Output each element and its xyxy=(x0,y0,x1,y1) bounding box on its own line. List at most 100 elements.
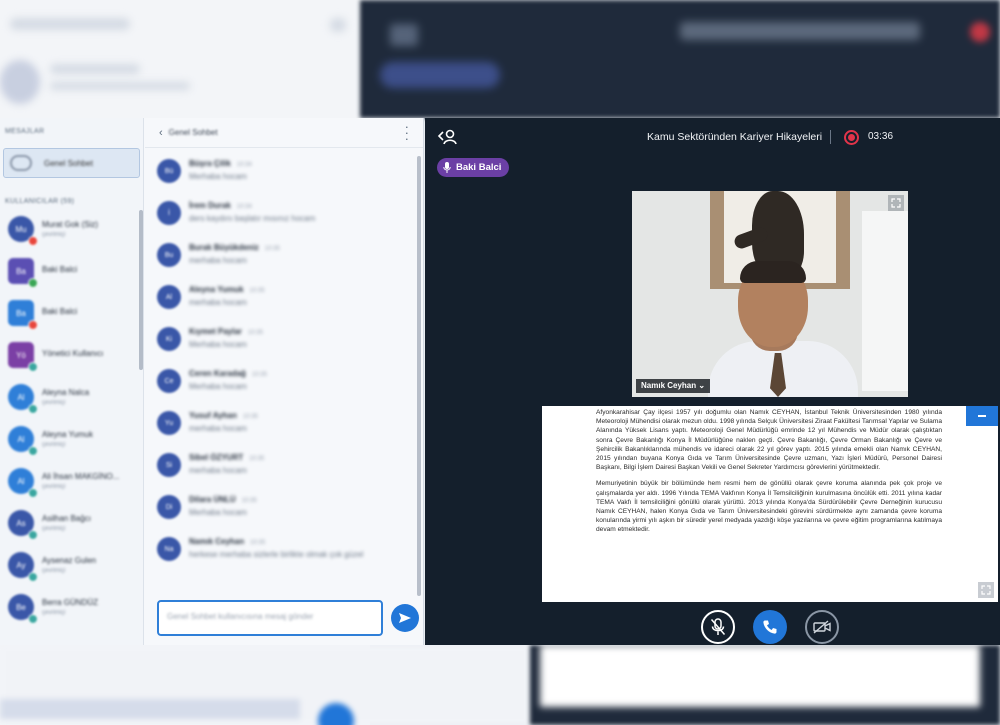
avatar: Al xyxy=(157,285,181,309)
send-icon xyxy=(399,613,411,623)
user-name: Baki Balci xyxy=(42,307,78,316)
slide-text: Afyonkarahisar Çay ilçesi 1957 yılı doğu… xyxy=(596,408,942,535)
user-list-item[interactable]: Al Ali İhsan MAKGİNO... çevrimiçi xyxy=(0,460,143,502)
avatar: Yö xyxy=(8,342,38,372)
chat-title: Genel Sohbet xyxy=(168,128,218,137)
message-text: Merhaba hocam xyxy=(189,382,247,391)
avatar: Al xyxy=(8,426,38,456)
message-sender: Dilara ÜNLÜ xyxy=(189,495,236,504)
avatar: Ba xyxy=(8,300,38,330)
message-sender: Namık Ceyhan xyxy=(189,537,245,546)
slide-paragraph: Afyonkarahisar Çay ilçesi 1957 yılı doğu… xyxy=(596,409,942,472)
message-text: Merhaba hocam xyxy=(189,172,247,181)
message-sender: Burak Büyükdeniz xyxy=(189,243,259,252)
user-list-item[interactable]: Al Aleyna Nalca çevrimiçi xyxy=(0,376,143,418)
message-sender: Ceren Karadağ xyxy=(189,369,246,378)
message-time: 10:35 xyxy=(247,330,263,336)
message-time: 10:35 xyxy=(264,246,280,252)
minimize-presentation-button[interactable] xyxy=(966,406,998,426)
slide-fullscreen-icon[interactable] xyxy=(978,582,994,598)
avatar: Bu xyxy=(157,243,181,267)
chat-message: İ İrem Durak 10:34 ders kaydını başlatır mı… xyxy=(145,196,415,238)
avatar: Ay xyxy=(8,552,38,582)
webcam-button[interactable] xyxy=(805,610,839,644)
message-sender: Yusuf Ayhan xyxy=(189,411,237,420)
status-dot xyxy=(28,446,38,456)
user-list-toggle-icon[interactable] xyxy=(437,128,459,148)
user-name: Aysenaz Gulen xyxy=(42,556,97,565)
send-button[interactable] xyxy=(391,604,419,632)
presentation-panel: Kamu Sektöründen Kariyer Hikayeleri 03:3… xyxy=(425,118,1000,645)
recording-icon[interactable] xyxy=(844,130,859,145)
status-dot xyxy=(28,320,38,330)
user-name: Ali İhsan MAKGİNO... xyxy=(42,472,120,481)
recording-time: 03:36 xyxy=(868,131,894,142)
status-dot xyxy=(28,236,38,246)
message-list: Bü Büşra Çilik 10:34 Merhaba hocam İ İrem Dur… xyxy=(145,154,415,574)
user-status: çevrimiçi xyxy=(42,232,66,238)
leave-audio-button[interactable] xyxy=(753,610,787,644)
chat-message: Di Dilara ÜNLÜ 10:35 Merhaba hocam xyxy=(145,490,415,532)
webcam-user-name[interactable]: Namık Ceyhan ⌄ xyxy=(636,379,711,393)
chat-header: ‹ Genel Sohbet · · · xyxy=(145,118,423,148)
user-list-item[interactable]: Be Berra GÜNDÜZ çevrimiçi xyxy=(0,586,143,628)
users-column: MESAJLAR Genel Sohbet KULLANICILAR (59) … xyxy=(0,118,144,645)
user-name: Asilhan Bağcı xyxy=(42,514,91,523)
user-status: çevrimiçi xyxy=(42,526,66,532)
messages-section-title: MESAJLAR xyxy=(5,128,45,135)
mute-button[interactable] xyxy=(701,610,735,644)
message-text: merhaba hocam xyxy=(189,298,247,307)
user-list-item[interactable]: Ay Aysenaz Gulen çevrimiçi xyxy=(0,544,143,586)
background-bottom-right xyxy=(530,645,1000,725)
messages-scrollbar[interactable] xyxy=(417,156,421,596)
group-chat-item[interactable]: Genel Sohbet xyxy=(3,148,140,178)
message-sender: İrem Durak xyxy=(189,201,231,210)
fullscreen-icon[interactable] xyxy=(888,195,904,211)
message-text: merhaba hocam xyxy=(189,256,247,265)
user-list-item[interactable]: Ba Baki Balci xyxy=(0,250,143,292)
message-time: 10:35 xyxy=(242,414,258,420)
avatar: Ba xyxy=(8,258,38,288)
users-scrollbar[interactable] xyxy=(139,210,143,370)
message-time: 10:35 xyxy=(250,540,266,546)
presentation-slide: Afyonkarahisar Çay ilçesi 1957 yılı doğu… xyxy=(542,406,998,602)
slide-paragraph: Memuriyetinin büyük bir bölümünde hem re… xyxy=(596,480,942,534)
user-name: Berra GÜNDÜZ xyxy=(42,598,99,607)
users-section-title: KULLANICILAR (59) xyxy=(5,198,75,205)
user-status: çevrimiçi xyxy=(42,568,66,574)
more-options-icon[interactable]: · · · xyxy=(405,120,409,145)
presenter-badge[interactable]: Baki Balci xyxy=(437,158,510,177)
user-status: çevrimiçi xyxy=(42,484,66,490)
message-time: 10:34 xyxy=(236,162,252,168)
avatar: İ xyxy=(157,201,181,225)
avatar: Mu xyxy=(8,216,38,246)
message-time: 10:35 xyxy=(249,456,265,462)
user-list-item[interactable]: Yö Yönetici Kullanıcı xyxy=(0,334,143,376)
user-list-item[interactable]: As Asilhan Bağcı çevrimiçi xyxy=(0,502,143,544)
chat-message: Bü Büşra Çilik 10:34 Merhaba hocam xyxy=(145,154,415,196)
status-dot xyxy=(28,278,38,288)
message-text: Merhaba hocam xyxy=(189,340,247,349)
user-list-item[interactable]: Al Aleyna Yumuk çevrimiçi xyxy=(0,418,143,460)
message-input[interactable]: Genel Sohbet kullanıcısına mesaj gönder xyxy=(157,600,383,636)
message-sender: Büşra Çilik xyxy=(189,159,231,168)
chat-message: Al Aleyna Yumuk 10:35 merhaba hocam xyxy=(145,280,415,322)
camera-off-icon xyxy=(813,620,831,634)
message-text: herkese merhaba sizlerle birlikte olmak … xyxy=(189,550,364,559)
phone-icon xyxy=(763,620,777,634)
user-name: Aleyna Nalca xyxy=(42,388,90,397)
status-dot xyxy=(28,530,38,540)
user-list-item[interactable]: Mu Murat Gok (Siz) çevrimiçi xyxy=(0,208,143,250)
meeting-title: Kamu Sektöründen Kariyer Hikayeleri xyxy=(647,131,823,143)
user-list-item[interactable]: Ba Baki Balci xyxy=(0,292,143,334)
message-time: 10:35 xyxy=(251,372,267,378)
chat-message: Na Namık Ceyhan 10:35 herkese merhaba sizle… xyxy=(145,532,415,574)
avatar: Bü xyxy=(157,159,181,183)
presenter-name: Baki Balci xyxy=(456,162,502,173)
webcam-video[interactable]: Namık Ceyhan ⌄ xyxy=(632,191,908,397)
back-arrow-icon[interactable]: ‹ xyxy=(159,127,163,139)
background-top xyxy=(360,0,1000,118)
avatar: Ki xyxy=(157,327,181,351)
status-dot xyxy=(28,404,38,414)
chat-message: Ce Ceren Karadağ 10:35 Merhaba hocam xyxy=(145,364,415,406)
